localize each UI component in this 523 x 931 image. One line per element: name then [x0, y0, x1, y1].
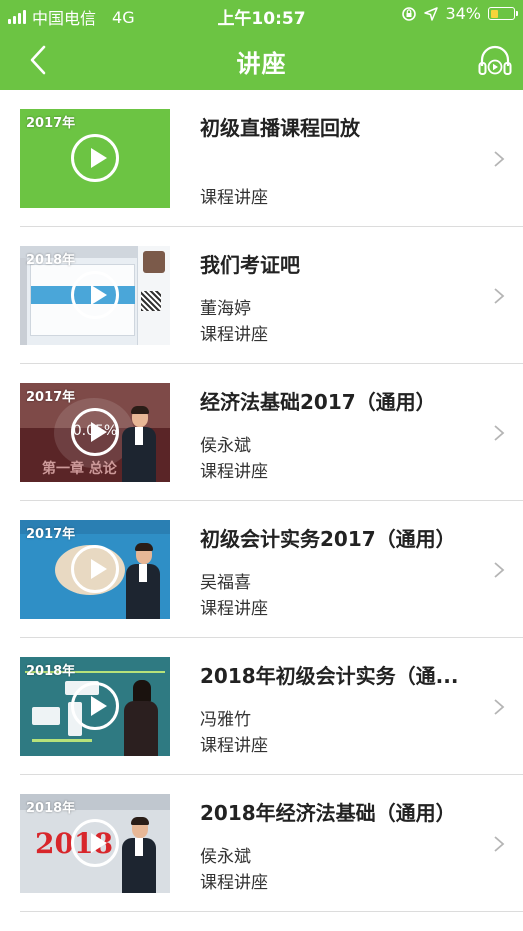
lecture-item[interactable]: 第一章 总论 2017年 0.05% 经济法基础2017（通用） 侯永斌 课程讲…: [20, 364, 523, 501]
lecture-title: 初级会计实务2017（通用）: [200, 527, 456, 551]
status-bar: 中国电信 4G 上午10:57 34%: [0, 0, 523, 30]
thumbnail-caption: 第一章 总论: [42, 461, 117, 477]
lecture-teacher: 侯永斌: [200, 436, 251, 456]
chevron-right-icon: [494, 562, 505, 578]
chevron-right-icon: [494, 425, 505, 441]
lecture-list: 2017年 初级直播课程回放 课程讲座 2018年 我们考证吧 董海婷 课程讲座…: [0, 90, 523, 912]
location-icon: [424, 6, 439, 21]
lecture-teacher: 董海婷: [200, 299, 251, 319]
headphones-play-icon[interactable]: [477, 44, 513, 78]
year-badge: 2018年: [26, 253, 76, 268]
orientation-lock-icon: [402, 6, 417, 21]
play-icon[interactable]: [71, 545, 119, 593]
lecture-title: 我们考证吧: [200, 253, 300, 277]
presenter-figure: [124, 680, 158, 756]
lecture-thumbnail: 2018年: [20, 246, 170, 345]
year-badge: 2017年: [26, 390, 76, 405]
lecture-item[interactable]: 2017年 初级直播课程回放 课程讲座: [20, 90, 523, 227]
lecture-category: 课程讲座: [200, 599, 268, 619]
lecture-teacher: 冯雅竹: [200, 710, 251, 730]
play-icon[interactable]: [71, 271, 119, 319]
progress-label: 0.05%: [72, 423, 118, 439]
lecture-thumbnail: 2017年: [20, 520, 170, 619]
year-badge: 2018年: [26, 664, 76, 679]
lecture-teacher: 吴福喜: [200, 573, 251, 593]
lecture-category: 课程讲座: [200, 462, 268, 482]
lecture-category: 课程讲座: [200, 188, 268, 208]
lecture-item[interactable]: 2018 2018年 2018年经济法基础（通用） 侯永斌 课程讲座: [20, 775, 523, 912]
chevron-right-icon: [494, 288, 505, 304]
presenter-figure: [122, 406, 156, 482]
page-title: 讲座: [236, 50, 287, 78]
chevron-right-icon: [494, 151, 505, 167]
play-icon[interactable]: [71, 134, 119, 182]
lecture-category: 课程讲座: [200, 736, 268, 756]
chevron-right-icon: [494, 836, 505, 852]
lecture-title: 初级直播课程回放: [200, 116, 360, 140]
play-icon[interactable]: [71, 682, 119, 730]
nav-bar: 讲座: [0, 30, 523, 90]
lecture-title: 经济法基础2017（通用）: [200, 390, 436, 414]
lecture-teacher: 侯永斌: [200, 847, 251, 867]
lecture-item[interactable]: 2018年 2018年初级会计实务（通... 冯雅竹 课程讲座: [20, 638, 523, 775]
lecture-thumbnail: 2017年: [20, 109, 170, 208]
lecture-item[interactable]: 2018年 我们考证吧 董海婷 课程讲座: [20, 227, 523, 364]
lecture-thumbnail: 第一章 总论 2017年 0.05%: [20, 383, 170, 482]
play-icon[interactable]: [71, 819, 119, 867]
lecture-thumbnail: 2018 2018年: [20, 794, 170, 893]
chevron-right-icon: [494, 699, 505, 715]
lecture-category: 课程讲座: [200, 325, 268, 345]
lecture-category: 课程讲座: [200, 873, 268, 893]
presenter-figure: [122, 817, 156, 893]
year-badge: 2017年: [26, 116, 76, 131]
battery-percent: 34%: [445, 4, 481, 23]
year-badge: 2018年: [26, 801, 76, 816]
lecture-thumbnail: 2018年: [20, 657, 170, 756]
battery-icon: [488, 7, 518, 20]
lecture-title: 2018年初级会计实务（通...: [200, 664, 459, 688]
battery-fill: [490, 9, 498, 18]
year-badge: 2017年: [26, 527, 76, 542]
lecture-item[interactable]: 2017年 初级会计实务2017（通用） 吴福喜 课程讲座: [20, 501, 523, 638]
presenter-figure: [126, 543, 160, 619]
lecture-title: 2018年经济法基础（通用）: [200, 801, 456, 825]
